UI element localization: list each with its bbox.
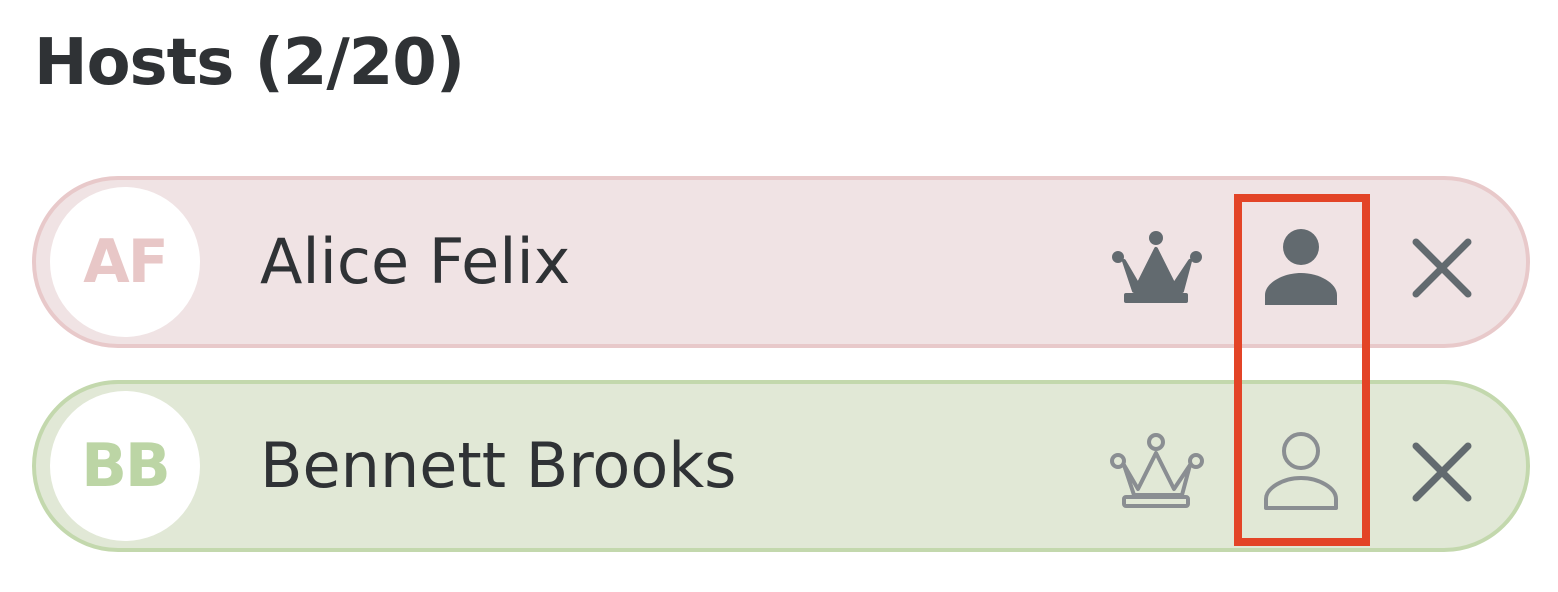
remove-host-button[interactable] xyxy=(1402,432,1482,512)
host-row: AF Alice Felix xyxy=(32,176,1530,348)
crown-filled-icon xyxy=(1112,231,1202,303)
host-toggle-button[interactable] xyxy=(1254,222,1348,312)
host-row: BB Bennett Brooks xyxy=(32,380,1530,552)
host-toggle-button[interactable] xyxy=(1254,426,1348,516)
host-name: Bennett Brooks xyxy=(260,429,737,502)
close-icon xyxy=(1412,238,1472,298)
person-outline-icon xyxy=(1264,432,1338,510)
close-icon xyxy=(1412,442,1472,502)
make-owner-button[interactable] xyxy=(1108,426,1208,516)
panel-title: Hosts (2/20) xyxy=(34,26,465,100)
crown-outline-icon xyxy=(1110,433,1204,508)
host-name: Alice Felix xyxy=(260,225,571,298)
remove-host-button[interactable] xyxy=(1402,228,1482,308)
avatar: BB xyxy=(50,391,200,541)
make-owner-button[interactable] xyxy=(1108,222,1208,312)
person-filled-icon xyxy=(1265,229,1337,305)
avatar: AF xyxy=(50,187,200,337)
